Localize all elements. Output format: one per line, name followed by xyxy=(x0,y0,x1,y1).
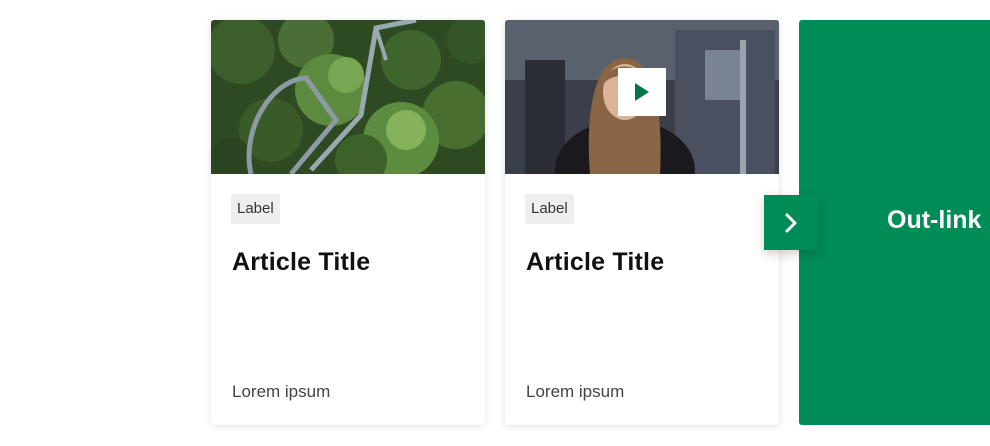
article-title[interactable]: Article Title xyxy=(526,248,664,277)
outlink-label[interactable]: Out-link xyxy=(887,206,981,235)
video-thumbnail[interactable] xyxy=(505,20,779,174)
article-image-forest xyxy=(211,20,485,174)
article-title[interactable]: Article Title xyxy=(232,248,370,277)
chevron-right-icon xyxy=(785,213,797,232)
play-icon xyxy=(635,83,649,101)
carousel-next-button[interactable] xyxy=(764,195,818,250)
article-footer-text: Lorem ipsum xyxy=(526,382,625,401)
article-footer-text: Lorem ipsum xyxy=(232,382,331,401)
article-card-2[interactable]: Label Article Title Lorem ipsum xyxy=(505,20,779,425)
card-label: Label xyxy=(525,194,574,224)
article-card-1[interactable]: Label Article Title Lorem ipsum xyxy=(211,20,485,425)
play-button[interactable] xyxy=(618,68,666,116)
outlink-card[interactable]: Out-link xyxy=(799,20,990,425)
card-label: Label xyxy=(231,194,280,224)
